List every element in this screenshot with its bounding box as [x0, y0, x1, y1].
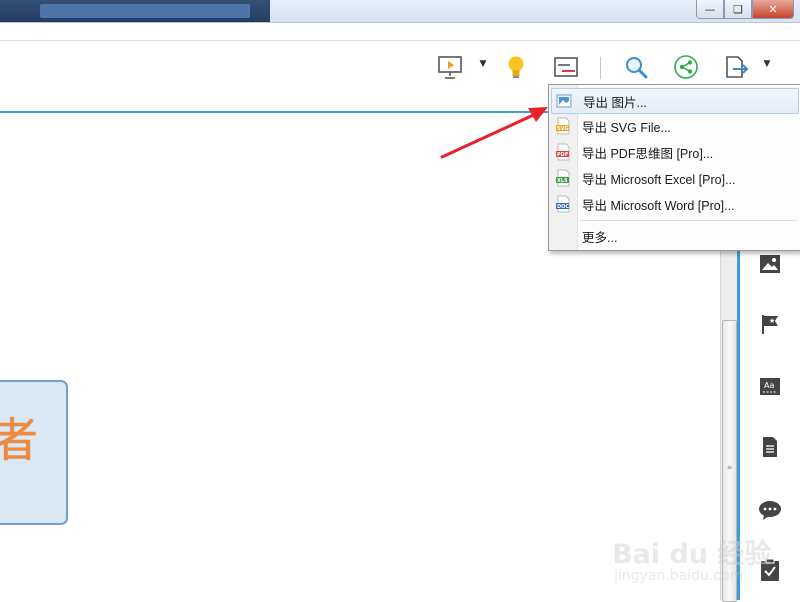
menu-item-label: 导出 SVG File...: [582, 120, 671, 135]
window-titlebar: — ❏ ✕: [0, 0, 800, 23]
menu-item-export-word[interactable]: DOC 导出 Microsoft Word [Pro]...: [551, 192, 797, 216]
presentation-dropdown-caret[interactable]: ▼: [478, 59, 488, 69]
scrollbar-thumb[interactable]: ≡: [722, 320, 737, 602]
image-icon[interactable]: [758, 252, 782, 276]
menu-item-export-pdf[interactable]: PDF 导出 PDF思维图 [Pro]...: [551, 140, 797, 164]
menu-item-label: 导出 Microsoft Excel [Pro]...: [582, 172, 736, 187]
notes-document-icon[interactable]: [758, 435, 782, 459]
topic-node[interactable]: 者: [0, 380, 68, 525]
menu-item-export-excel[interactable]: XLS 导出 Microsoft Excel [Pro]...: [551, 166, 797, 190]
pdf-tag-text: PDF: [557, 152, 568, 158]
menu-item-export-image[interactable]: 导出 图片...: [551, 88, 799, 114]
export-dropdown-menu: 导出 图片... SVG 导出 SVG File... PDF 导出 PDF思维…: [548, 84, 800, 251]
menu-item-label: 导出 Microsoft Word [Pro]...: [582, 198, 735, 213]
taskbar-tab: [40, 4, 250, 18]
marker-flag-icon[interactable]: ★: [758, 312, 782, 336]
vertical-scrollbar[interactable]: ≡: [720, 250, 737, 602]
search-icon[interactable]: [622, 53, 650, 81]
word-file-icon: DOC: [554, 195, 572, 213]
xls-tag-text: XLS: [557, 178, 568, 184]
comment-icon[interactable]: [758, 498, 782, 522]
share-icon[interactable]: [672, 53, 700, 81]
topic-node-text: 者: [0, 413, 38, 467]
export-icon[interactable]: [722, 53, 750, 81]
doc-tag-text: DOC: [557, 204, 569, 210]
toolbar-divider: [600, 57, 601, 79]
svg-tag-text: SVG: [557, 126, 569, 132]
image-file-icon: [555, 92, 573, 110]
menu-item-export-svg[interactable]: SVG 导出 SVG File...: [551, 114, 797, 138]
pdf-file-icon: PDF: [554, 143, 572, 161]
export-dropdown-caret[interactable]: ▼: [762, 59, 772, 69]
close-button[interactable]: ✕: [752, 0, 794, 19]
task-clipboard-icon[interactable]: [758, 558, 782, 582]
scrollbar-grip: ≡: [727, 464, 733, 471]
style-format-icon[interactable]: Aa: [758, 375, 782, 399]
menu-item-label: 导出 图片...: [583, 95, 647, 110]
presentation-icon[interactable]: [436, 53, 464, 81]
window-controls: — ❏ ✕: [696, 0, 794, 20]
minimize-button[interactable]: —: [696, 0, 724, 19]
menu-item-label: 更多...: [582, 230, 618, 245]
taskbar-thumbnail: [0, 0, 270, 22]
svg-text:Aa: Aa: [764, 381, 774, 390]
menu-separator: [579, 220, 797, 221]
menu-item-more[interactable]: 更多...: [551, 224, 797, 248]
restore-button[interactable]: ❏: [724, 0, 752, 19]
right-sidebar: ★ Aa: [737, 250, 800, 600]
task-info-icon[interactable]: [552, 53, 580, 81]
excel-file-icon: XLS: [554, 169, 572, 187]
lightbulb-icon[interactable]: [502, 53, 530, 81]
menu-item-label: 导出 PDF思维图 [Pro]...: [582, 146, 714, 161]
svg-text:★: ★: [769, 317, 775, 325]
svg-file-icon: SVG: [554, 117, 572, 135]
